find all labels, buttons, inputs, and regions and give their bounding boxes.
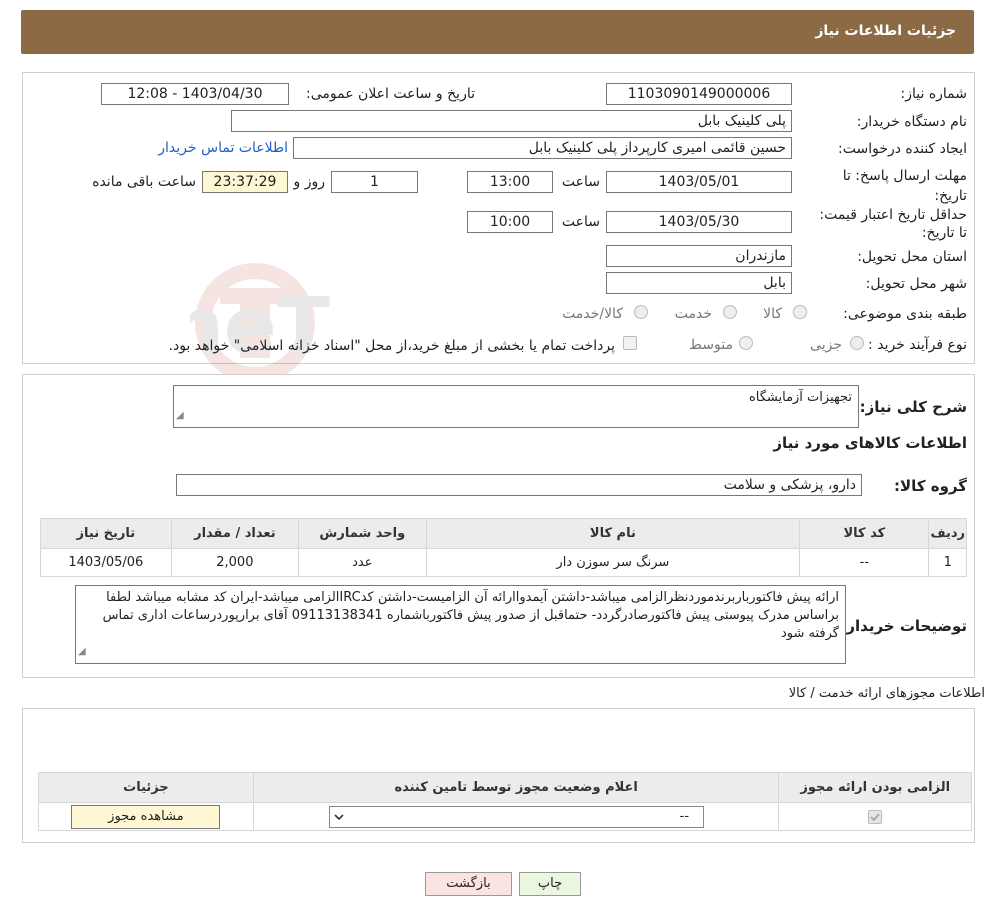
validity-time-label: ساعت bbox=[561, 214, 600, 230]
goods-header-name: نام کالا bbox=[425, 518, 801, 549]
category-service-label: خدمت bbox=[674, 306, 712, 322]
days-field: 1 bbox=[331, 171, 418, 193]
permits-header-required: الزامی بودن ارائه مجوز bbox=[778, 772, 972, 803]
buyer-notes-text: ارائه پیش فاکتورباربرندموردنظرالزامی میب… bbox=[102, 590, 839, 641]
city-label: شهر محل تحویل: bbox=[865, 276, 967, 292]
deadline-label: مهلت ارسال پاسخ: تا تاریخ: bbox=[842, 168, 967, 204]
permit-required-cell bbox=[778, 802, 972, 831]
goods-header-date: تاریخ نیاز bbox=[40, 518, 172, 549]
province-label: استان محل تحویل: bbox=[857, 249, 967, 265]
creator-field: حسین قائمی امیری کارپرداز پلی کلینیک باب… bbox=[293, 137, 792, 159]
permit-status-value: -- bbox=[679, 808, 690, 824]
deadline-date-field: 1403/05/01 bbox=[606, 171, 792, 193]
buyer-org-label: نام دستگاه خریدار: bbox=[856, 114, 967, 130]
category-goods-service-label: کالا/خدمت bbox=[562, 306, 623, 322]
category-goods-service-radio[interactable] bbox=[634, 305, 648, 319]
permit-details-cell: مشاهده مجوز bbox=[38, 802, 254, 831]
chevron-down-icon bbox=[333, 807, 345, 833]
print-button[interactable]: چاپ bbox=[519, 872, 581, 896]
process-medium-label: متوسط bbox=[689, 337, 733, 353]
process-label: نوع فرآیند خرید : bbox=[868, 337, 967, 353]
permit-required-checkbox bbox=[868, 809, 883, 824]
goods-info-title: اطلاعات کالاهای مورد نیاز bbox=[773, 434, 967, 452]
permit-status-cell: -- bbox=[252, 802, 780, 831]
buyer-contact-link[interactable]: اطلاعات تماس خریدار bbox=[158, 140, 288, 156]
validity-date-field: 1403/05/30 bbox=[606, 211, 792, 233]
check-icon bbox=[870, 812, 880, 821]
table-row: 1 -- سرنگ سر سوزن دار عدد 2,000 1403/05/… bbox=[40, 548, 967, 577]
goods-header-quantity: تعداد / مقدار bbox=[170, 518, 300, 549]
city-field: بابل bbox=[606, 272, 792, 294]
page-header: جزئیات اطلاعات نیاز bbox=[21, 10, 974, 54]
goods-cell-name: سرنگ سر سوزن دار bbox=[425, 548, 801, 577]
announce-datetime-field: 1403/04/30 - 12:08 bbox=[101, 83, 289, 105]
view-permit-button[interactable]: مشاهده مجوز bbox=[71, 804, 221, 829]
deadline-time-label: ساعت bbox=[561, 174, 600, 190]
process-minor-label: جزیی bbox=[810, 337, 842, 353]
permits-header-details: جزئیات bbox=[38, 772, 254, 803]
table-row: -- مشاهده مجوز bbox=[38, 802, 972, 831]
goods-table: ردیف کد کالا نام کالا واحد شمارش تعداد /… bbox=[40, 518, 967, 577]
goods-header-row-index: ردیف bbox=[928, 518, 967, 549]
summary-label: شرح کلی نیاز: bbox=[859, 398, 967, 416]
summary-text: تجهیزات آزمایشگاه bbox=[748, 390, 852, 405]
process-minor-radio[interactable] bbox=[850, 336, 864, 350]
goods-group-label: گروه کالا: bbox=[894, 477, 967, 495]
permits-section-title: اطلاعات مجوزهای ارائه خدمت / کالا bbox=[788, 686, 985, 701]
remaining-time-field: 23:37:29 bbox=[202, 171, 288, 193]
validity-time-field: 10:00 bbox=[467, 211, 553, 233]
process-medium-radio[interactable] bbox=[739, 336, 753, 350]
goods-cell-unit: عدد bbox=[298, 548, 427, 577]
goods-header-code: کد کالا bbox=[799, 518, 930, 549]
resize-grip-icon[interactable]: ◢ bbox=[78, 643, 86, 661]
need-number-field: 1103090149000006 bbox=[606, 83, 792, 105]
goods-header-unit: واحد شمارش bbox=[298, 518, 427, 549]
page-title: جزئیات اطلاعات نیاز bbox=[815, 23, 956, 39]
buyer-notes-label: توضیحات خریدار: bbox=[840, 617, 967, 635]
back-button[interactable]: بازگشت bbox=[425, 872, 512, 896]
category-service-radio[interactable] bbox=[723, 305, 737, 319]
category-label: طبقه بندی موضوعی: bbox=[843, 306, 967, 322]
validity-label: حداقل تاریخ اعتبار قیمت: تا تاریخ: bbox=[819, 207, 967, 241]
deadline-time-field: 13:00 bbox=[467, 171, 553, 193]
category-goods-radio[interactable] bbox=[793, 305, 807, 319]
days-label: روز و bbox=[293, 174, 326, 190]
treasury-payment-checkbox[interactable] bbox=[623, 336, 637, 350]
remaining-label: ساعت باقی مانده bbox=[92, 174, 196, 190]
buyer-notes-field: ارائه پیش فاکتورباربرندموردنظرالزامی میب… bbox=[75, 585, 846, 664]
payment-note: پرداخت تمام یا بخشی از مبلغ خرید،از محل … bbox=[168, 338, 615, 354]
announce-label: تاریخ و ساعت اعلان عمومی: bbox=[306, 86, 475, 102]
goods-cell-index: 1 bbox=[928, 548, 967, 577]
goods-cell-code: -- bbox=[799, 548, 930, 577]
summary-field: تجهیزات آزمایشگاه ◢ bbox=[173, 385, 859, 428]
category-goods-label: کالا bbox=[763, 306, 782, 322]
resize-grip-icon[interactable]: ◢ bbox=[176, 407, 184, 425]
province-field: مازندران bbox=[606, 245, 792, 267]
buyer-org-field: پلی کلینیک بابل bbox=[231, 110, 792, 132]
goods-cell-date: 1403/05/06 bbox=[40, 548, 172, 577]
goods-group-field: دارو، پزشکی و سلامت bbox=[176, 474, 862, 496]
permits-table: الزامی بودن ارائه مجوز اعلام وضعیت مجوز … bbox=[38, 772, 972, 831]
goods-cell-quantity: 2,000 bbox=[170, 548, 300, 577]
permit-status-select[interactable]: -- bbox=[328, 805, 704, 828]
need-number-label: شماره نیاز: bbox=[900, 86, 968, 102]
permits-header-status: اعلام وضعیت مجوز توسط تامین کننده bbox=[252, 772, 780, 803]
creator-label: ایجاد کننده درخواست: bbox=[838, 141, 967, 157]
